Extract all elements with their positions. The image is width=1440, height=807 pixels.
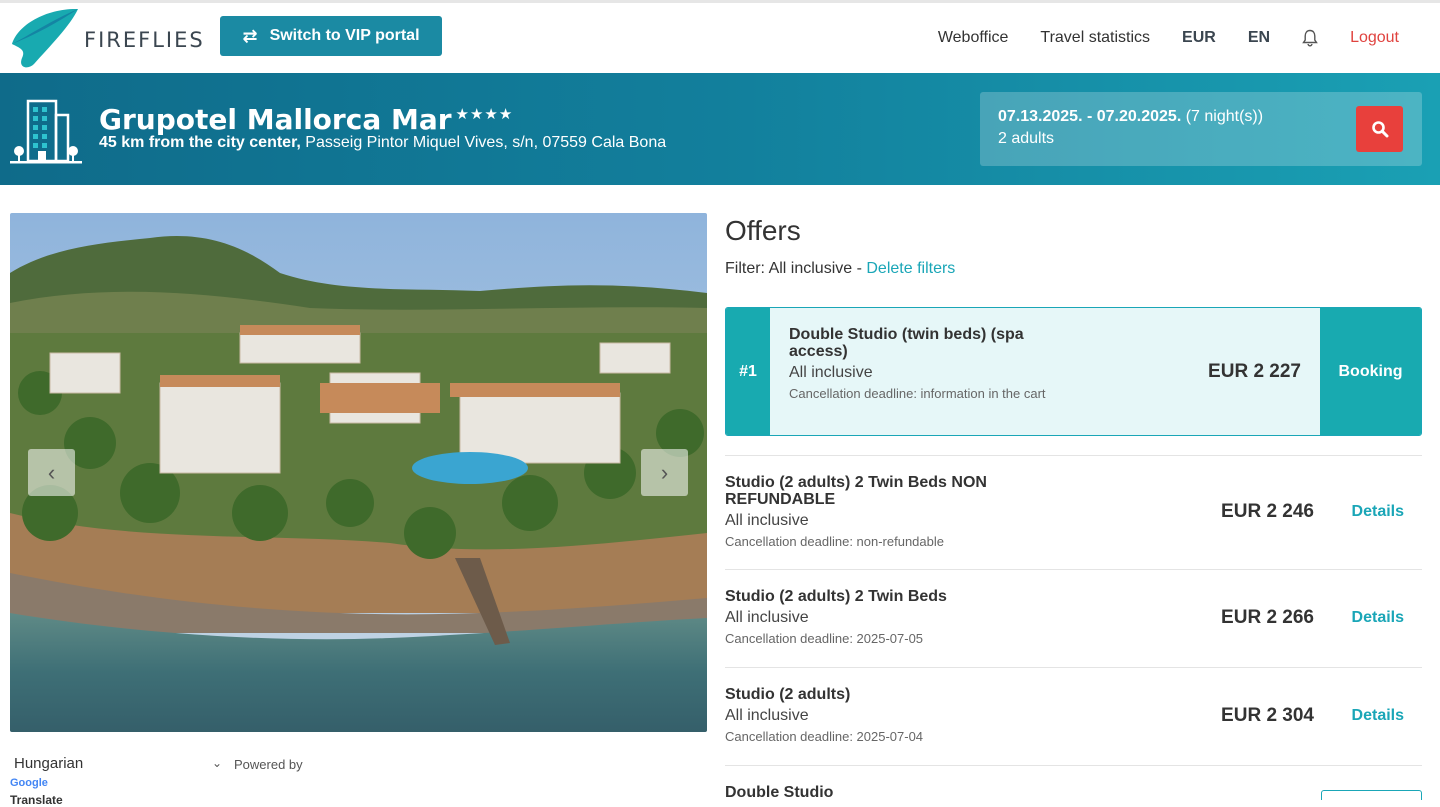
chevron-down-icon[interactable]: ⌄ [212, 756, 222, 770]
top-navigation-bar: FIREFLIES ⇄ Switch to VIP portal Weboffi… [0, 0, 1440, 73]
details-button[interactable]: Details [1352, 707, 1404, 725]
star-rating: ★★★★ [455, 104, 514, 123]
fireflies-logo[interactable]: FIREFLIES [8, 6, 205, 70]
nights-count: (7 night(s)) [1181, 108, 1264, 125]
offer-info: Studio (2 adults) All inclusive Cancella… [725, 686, 1025, 744]
offer-room-title: Double Studio [725, 784, 834, 800]
filter-separator: - [852, 260, 867, 277]
language-selector[interactable]: EN [1248, 29, 1270, 47]
gallery-prev-button[interactable]: ‹ [28, 449, 75, 496]
offer-price: EUR 2 227 [1208, 361, 1301, 382]
details-button[interactable]: Details [1352, 503, 1404, 521]
hotel-distance: 45 km from the city center, [99, 134, 301, 151]
swap-arrows-icon: ⇄ [242, 25, 258, 46]
bell-icon[interactable] [1302, 29, 1318, 47]
offer-room-title: Studio (2 adults) [725, 686, 851, 703]
vip-button-label: Switch to VIP portal [269, 27, 420, 44]
search-button[interactable] [1356, 106, 1403, 152]
offer-board-type: All inclusive [725, 609, 809, 626]
details-button[interactable] [1321, 790, 1422, 800]
offer-row: Studio (2 adults) 2 Twin Beds NON REFUND… [725, 455, 1422, 569]
guest-count: 2 adults [998, 130, 1055, 147]
offer-price: EUR 2 304 [1221, 705, 1314, 726]
offer-info: Double Studio (twin beds) (spa access) A… [789, 326, 1069, 401]
google-logo: Google [10, 777, 48, 789]
hotel-name-heading: Grupotel Mallorca Mar ★★★★ [99, 103, 513, 136]
delete-filters-link[interactable]: Delete filters [866, 260, 955, 277]
offers-heading: Offers [725, 215, 801, 246]
offer-board-type: All inclusive [789, 364, 873, 381]
offer-info: Double Studio [725, 784, 1025, 800]
hotel-address: 45 km from the city center, Passeig Pint… [99, 134, 666, 152]
offer-cancellation: Cancellation deadline: 2025-07-05 [725, 631, 924, 646]
date-range: 07.13.2025. - 07.20.2025. [998, 108, 1182, 125]
hotel-aerial-photo [10, 213, 707, 732]
offer-board-type: All inclusive [725, 512, 809, 529]
fireflies-logo-icon [12, 8, 78, 68]
nav-weboffice[interactable]: Weboffice [938, 29, 1009, 47]
booking-button[interactable]: Booking [1320, 308, 1421, 435]
search-icon [1371, 121, 1388, 138]
offer-price: EUR 2 266 [1221, 607, 1314, 628]
offer-info: Studio (2 adults) 2 Twin Beds All inclus… [725, 588, 1025, 646]
google-translate-widget: Hungarian ⌄ Powered by Google Translate [10, 752, 310, 807]
search-summary[interactable]: 07.13.2025. - 07.20.2025. (7 night(s)) 2… [980, 92, 1422, 166]
offer-price: EUR 2 246 [1221, 501, 1314, 522]
featured-offer-card: #1 Double Studio (twin beds) (spa access… [725, 307, 1422, 436]
chevron-right-icon: › [660, 459, 669, 485]
offer-row: Studio (2 adults) All inclusive Cancella… [725, 667, 1422, 765]
main-nav: Weboffice Travel statistics EUR EN Logou… [938, 3, 1440, 73]
offer-cancellation: Cancellation deadline: 2025-07-04 [725, 729, 924, 744]
details-button[interactable]: Details [1352, 609, 1404, 627]
chevron-left-icon: ‹ [47, 459, 56, 485]
filter-line: Filter: All inclusive - Delete filters [725, 260, 955, 278]
currency-selector[interactable]: EUR [1182, 29, 1216, 47]
offer-cancellation: Cancellation deadline: non-refundable [725, 534, 944, 549]
active-filter-label: Filter: All inclusive [725, 260, 853, 277]
offer-row: Double Studio [725, 765, 1422, 800]
offer-room-title: Double Studio (twin beds) (spa access) [789, 326, 1024, 360]
logout-link[interactable]: Logout [1350, 29, 1399, 47]
offer-board-type: All inclusive [725, 707, 809, 724]
gallery-next-button[interactable]: › [641, 449, 688, 496]
switch-to-vip-portal-button[interactable]: ⇄ Switch to VIP portal [220, 16, 442, 56]
translate-label: Translate [10, 793, 63, 807]
hotel-building-icon [10, 95, 82, 170]
offer-room-title: Studio (2 adults) 2 Twin Beds NON REFUND… [725, 474, 987, 508]
offer-rank-badge: #1 [726, 308, 770, 435]
hotel-name: Grupotel Mallorca Mar [99, 103, 452, 136]
hotel-header: Grupotel Mallorca Mar ★★★★ 45 km from th… [0, 73, 1440, 185]
offer-room-title: Studio (2 adults) 2 Twin Beds [725, 588, 947, 605]
powered-by-label: Powered by [234, 757, 303, 772]
hotel-street-address: Passeig Pintor Miquel Vives, s/n, 07559 … [300, 134, 667, 151]
nav-travel-statistics[interactable]: Travel statistics [1040, 29, 1150, 47]
hotel-photo-gallery[interactable]: ‹ › [10, 213, 707, 732]
offer-info: Studio (2 adults) 2 Twin Beds NON REFUND… [725, 474, 1025, 549]
brand-name: FIREFLIES [84, 28, 205, 52]
search-dates: 07.13.2025. - 07.20.2025. (7 night(s)) [998, 108, 1263, 126]
offer-cancellation: Cancellation deadline: information in th… [789, 386, 1046, 401]
translate-language-select[interactable]: Hungarian [14, 755, 83, 772]
offer-row: Studio (2 adults) 2 Twin Beds All inclus… [725, 569, 1422, 667]
